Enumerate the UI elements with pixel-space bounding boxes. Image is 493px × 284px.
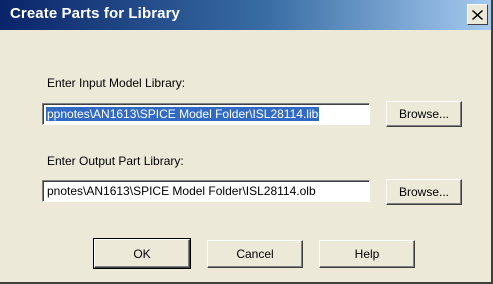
title-bar: Create Parts for Library [0, 0, 491, 30]
input-library-value: ppnotes\AN1613\SPICE Model Folder\ISL281… [46, 107, 320, 121]
cancel-button[interactable]: Cancel [207, 240, 303, 268]
output-library-field[interactable]: pnotes\AN1613\SPICE Model Folder\ISL2811… [42, 180, 370, 202]
close-button[interactable] [467, 4, 488, 25]
output-library-label: Enter Output Part Library: [47, 154, 184, 168]
dialog-title: Create Parts for Library [10, 5, 180, 22]
output-browse-button[interactable]: Browse... [386, 179, 462, 205]
create-parts-dialog: Create Parts for Library Enter Input Mod… [0, 0, 493, 284]
help-button[interactable]: Help [319, 240, 415, 268]
input-library-label: Enter Input Model Library: [47, 76, 186, 90]
ok-button[interactable]: OK [93, 238, 191, 269]
input-library-field[interactable]: ppnotes\AN1613\SPICE Model Folder\ISL281… [42, 103, 370, 125]
input-browse-button[interactable]: Browse... [386, 101, 462, 127]
close-icon [472, 9, 483, 20]
output-library-value: pnotes\AN1613\SPICE Model Folder\ISL2811… [47, 184, 316, 198]
